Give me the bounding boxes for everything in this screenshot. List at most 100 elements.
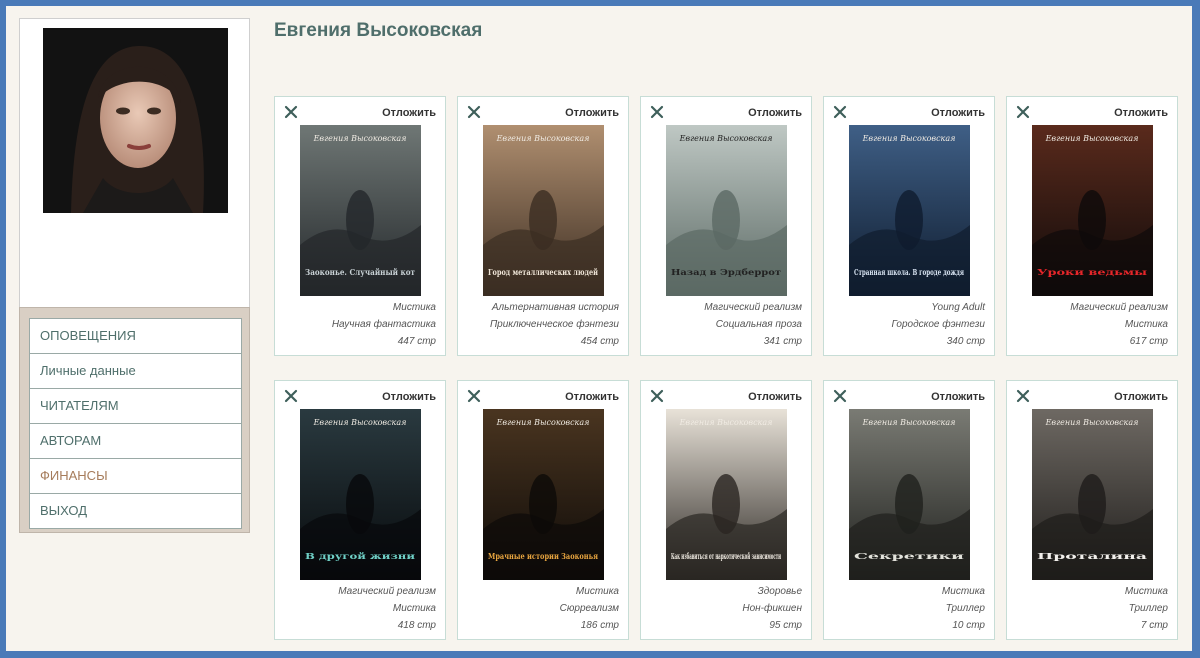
book-pages: 418 стр <box>397 620 436 631</box>
defer-button[interactable]: Отложить <box>1114 391 1168 403</box>
book-genre-primary: Магический реализм <box>704 302 802 313</box>
cover-title: Назад в Эрдберрот <box>671 267 781 277</box>
avatar-portrait <box>43 28 228 213</box>
close-icon[interactable] <box>467 105 481 119</box>
book-genre-primary: Магический реализм <box>1070 302 1168 313</box>
book-pages: 95 стр <box>769 620 802 631</box>
book-genre-secondary: Триллер <box>945 603 985 614</box>
page-title: Евгения Высоковская <box>274 20 483 41</box>
defer-button[interactable]: Отложить <box>748 107 802 119</box>
book-genre-secondary: Научная фантастика <box>331 319 436 330</box>
book-genre-secondary: Триллер <box>1128 603 1168 614</box>
defer-button[interactable]: Отложить <box>931 107 985 119</box>
cover-author: Евгения Высоковская <box>862 134 956 143</box>
close-icon[interactable] <box>467 389 481 403</box>
book-card[interactable]: Отложить Евгения Высоковская Назад в Эрдбе… <box>640 96 812 356</box>
book-genre-secondary: Мистика <box>1124 319 1168 330</box>
book-genre-secondary: Сюрреализм <box>559 603 619 614</box>
book-cover[interactable]: Евгения Высоковская Назад в Эрдберрот <box>666 125 787 296</box>
book-genre-primary: Мистика <box>392 302 436 313</box>
book-cover[interactable]: Евгения Высоковская Мрачные истории Заоко… <box>483 409 604 580</box>
defer-button[interactable]: Отложить <box>382 107 436 119</box>
cover-author: Евгения Высоковская <box>1045 418 1139 427</box>
cover-title: Город металлических людей <box>488 267 598 277</box>
book-genre-primary: Мистика <box>575 586 619 597</box>
defer-button[interactable]: Отложить <box>931 391 985 403</box>
cover-title: Заоконье. Случайный кот <box>305 267 415 277</box>
cover-title: Секретики <box>854 551 964 561</box>
avatar[interactable] <box>43 28 228 213</box>
book-card[interactable]: Отложить Евгения Высоковская Мрачные истор… <box>457 380 629 640</box>
book-genre-secondary: Приключенческое фэнтези <box>489 319 619 330</box>
book-card[interactable]: Отложить Евгения Высоковская Странная школ… <box>823 96 995 356</box>
book-cover[interactable]: Евгения Высоковская Странная школа. В гор… <box>849 125 970 296</box>
book-cover[interactable]: Евгения Высоковская Секретики <box>849 409 970 580</box>
book-pages: 454 стр <box>580 336 619 347</box>
close-icon[interactable] <box>833 389 847 403</box>
book-card[interactable]: Отложить Евгения Высоковская В другой жизн… <box>274 380 446 640</box>
cover-author: Евгения Высоковская <box>1045 134 1139 143</box>
close-icon[interactable] <box>284 105 298 119</box>
book-genre-primary: Альтернативная история <box>491 302 619 313</box>
book-card[interactable]: Отложить Евгения Высоковская Проталина Мист… <box>1006 380 1178 640</box>
cover-title: Проталина <box>1037 551 1147 561</box>
book-pages: 7 стр <box>1140 620 1168 631</box>
book-genre-primary: Магический реализм <box>338 586 436 597</box>
sidebar-item-notifications[interactable]: ОПОВЕЩЕНИЯ <box>30 319 241 354</box>
close-icon[interactable] <box>650 105 664 119</box>
cover-author: Евгения Высоковская <box>313 134 407 143</box>
cover-title: В другой жизни <box>305 551 415 561</box>
book-pages: 340 стр <box>946 336 985 347</box>
book-genre-secondary: Нон-фикшен <box>742 603 802 614</box>
book-card[interactable]: Отложить Евгения Высоковская Город металли… <box>457 96 629 356</box>
cover-author: Евгения Высоковская <box>496 418 590 427</box>
close-icon[interactable] <box>833 105 847 119</box>
avatar-card <box>19 18 250 307</box>
defer-button[interactable]: Отложить <box>565 107 619 119</box>
book-cover[interactable]: Евгения Высоковская Уроки ведьмы <box>1032 125 1153 296</box>
book-cover[interactable]: Евгения Высоковская В другой жизни <box>300 409 421 580</box>
sidebar-item-readers[interactable]: ЧИТАТЕЛЯМ <box>30 389 241 424</box>
sidebar-item-finance[interactable]: ФИНАНСЫ <box>30 459 241 494</box>
book-genre-secondary: Социальная проза <box>715 319 802 330</box>
book-cover[interactable]: Евгения Высоковская Как избавиться от нар… <box>666 409 787 580</box>
close-icon[interactable] <box>650 389 664 403</box>
book-pages: 186 стр <box>580 620 619 631</box>
page-frame: ОПОВЕЩЕНИЯ Личные данные ЧИТАТЕЛЯМ АВТОРАМ Ф… <box>6 6 1192 651</box>
sidebar-menu: ОПОВЕЩЕНИЯ Личные данные ЧИТАТЕЛЯМ АВТОРАМ Ф… <box>29 318 242 529</box>
sidebar-item-logout[interactable]: ВЫХОД <box>30 494 241 528</box>
close-icon[interactable] <box>1016 389 1030 403</box>
cover-author: Евгения Высоковская <box>313 418 407 427</box>
book-genre-secondary: Мистика <box>392 603 436 614</box>
book-genre-primary: Здоровье <box>757 586 802 597</box>
book-genre-secondary: Городское фэнтези <box>891 319 985 330</box>
defer-button[interactable]: Отложить <box>382 391 436 403</box>
cover-author: Евгения Высоковская <box>679 134 773 143</box>
book-card[interactable]: Отложить Евгения Высоковская Уроки ведьмы М… <box>1006 96 1178 356</box>
book-pages: 10 стр <box>952 620 985 631</box>
cover-title: Уроки ведьмы <box>1037 267 1147 277</box>
book-pages: 617 стр <box>1129 336 1168 347</box>
close-icon[interactable] <box>284 389 298 403</box>
sidebar-item-authors[interactable]: АВТОРАМ <box>30 424 241 459</box>
book-card[interactable]: Отложить Евгения Высоковская Секретики Мист… <box>823 380 995 640</box>
cover-author: Евгения Высоковская <box>496 134 590 143</box>
sidebar-menu-container: ОПОВЕЩЕНИЯ Личные данные ЧИТАТЕЛЯМ АВТОРАМ Ф… <box>19 307 250 533</box>
book-card[interactable]: Отложить Евгения Высоковская Заоконье. Слу… <box>274 96 446 356</box>
sidebar-item-personal-data[interactable]: Личные данные <box>30 354 241 389</box>
defer-button[interactable]: Отложить <box>565 391 619 403</box>
book-cover[interactable]: Евгения Высоковская Проталина <box>1032 409 1153 580</box>
book-cover[interactable]: Евгения Высоковская Заоконье. Случайный к… <box>300 125 421 296</box>
book-cover[interactable]: Евгения Высоковская Город металлических л… <box>483 125 604 296</box>
book-pages: 447 стр <box>397 336 436 347</box>
defer-button[interactable]: Отложить <box>748 391 802 403</box>
cover-author: Евгения Высоковская <box>679 418 773 427</box>
defer-button[interactable]: Отложить <box>1114 107 1168 119</box>
cover-title: Как избавиться от наркотической зависимо… <box>671 551 781 561</box>
cover-title: Странная школа. В городе дождя <box>854 267 964 277</box>
close-icon[interactable] <box>1016 105 1030 119</box>
book-grid: Отложить Евгения Высоковская Заоконье. Слу… <box>274 96 1182 651</box>
book-genre-primary: Мистика <box>941 586 985 597</box>
sidebar: ОПОВЕЩЕНИЯ Личные данные ЧИТАТЕЛЯМ АВТОРАМ Ф… <box>19 18 250 534</box>
book-card[interactable]: Отложить Евгения Высоковская Как избавитьс… <box>640 380 812 640</box>
